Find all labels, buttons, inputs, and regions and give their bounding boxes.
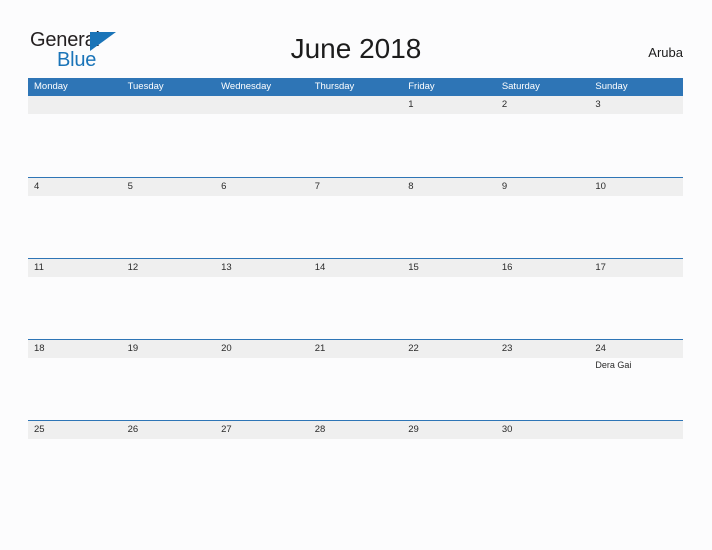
calendar-week-row: 4 5 6 7 8 9 10 bbox=[28, 177, 683, 258]
day-cell[interactable]: 28 bbox=[309, 421, 403, 501]
day-number: 19 bbox=[127, 343, 139, 354]
calendar-week-row: 18 19 20 21 22 23 24 Dera Gai bbox=[28, 339, 683, 420]
day-events: Dera Gai bbox=[595, 358, 683, 371]
day-number: 30 bbox=[501, 424, 513, 435]
day-number: 17 bbox=[595, 262, 606, 273]
calendar-week-row: 11 12 13 14 15 16 17 bbox=[28, 258, 683, 339]
day-cell[interactable]: 11 bbox=[28, 259, 122, 339]
day-number: 7 bbox=[314, 181, 320, 192]
day-number: 24 bbox=[595, 343, 606, 354]
day-cell[interactable]: 4 bbox=[28, 178, 122, 258]
day-number: 8 bbox=[408, 181, 414, 192]
week-cells: 4 5 6 7 8 9 10 bbox=[28, 178, 683, 258]
weekday-wednesday: Wednesday bbox=[221, 81, 272, 92]
day-number: 12 bbox=[127, 262, 139, 273]
day-cell-empty bbox=[215, 96, 309, 176]
day-cell[interactable]: 30 bbox=[496, 421, 590, 501]
day-cell[interactable]: 19 bbox=[122, 340, 216, 420]
page-title: June 2018 bbox=[290, 33, 422, 64]
day-cell[interactable]: 1 bbox=[402, 96, 496, 176]
day-cell[interactable]: 12 bbox=[122, 259, 216, 339]
day-number: 16 bbox=[501, 262, 513, 273]
day-cell[interactable]: 10 bbox=[589, 178, 683, 258]
weekday-friday: Friday bbox=[408, 81, 435, 92]
day-number: 3 bbox=[595, 99, 601, 110]
day-cell[interactable]: 24 Dera Gai bbox=[589, 340, 683, 420]
day-cell[interactable]: 5 bbox=[122, 178, 216, 258]
day-cell[interactable]: 26 bbox=[122, 421, 216, 501]
day-number: 2 bbox=[501, 99, 508, 110]
day-cell-empty bbox=[28, 96, 122, 176]
day-cell-empty bbox=[122, 96, 216, 176]
day-cell[interactable]: 23 bbox=[496, 340, 590, 420]
day-number: 14 bbox=[314, 262, 326, 273]
day-number: 23 bbox=[501, 343, 513, 354]
day-cell[interactable]: 9 bbox=[496, 178, 590, 258]
day-number: 28 bbox=[314, 424, 326, 435]
day-number: 18 bbox=[34, 343, 45, 354]
calendar-grid: Monday Tuesday Wednesday Thursday Friday… bbox=[28, 78, 683, 501]
day-cell[interactable]: 29 bbox=[402, 421, 496, 501]
week-cells: 25 26 27 28 29 30 bbox=[28, 421, 683, 501]
day-cell[interactable]: 8 bbox=[402, 178, 496, 258]
day-number: 5 bbox=[127, 181, 133, 192]
day-number: 20 bbox=[221, 343, 232, 354]
calendar-week-row: 1 2 3 bbox=[28, 96, 683, 177]
page-header: General Blue June 2018 Aruba bbox=[0, 0, 712, 78]
day-number: 22 bbox=[408, 343, 419, 354]
calendar-weeks: 1 2 3 4 5 6 7 8 9 10 11 12 13 14 15 16 17 18 19 20 21 22 23 24 D… bbox=[28, 96, 683, 501]
day-cell[interactable]: 27 bbox=[215, 421, 309, 501]
day-cell[interactable]: 16 bbox=[496, 259, 590, 339]
day-cell[interactable]: 18 bbox=[28, 340, 122, 420]
day-number: 9 bbox=[501, 181, 508, 192]
day-cell[interactable]: 21 bbox=[309, 340, 403, 420]
weekday-header-row: Monday Tuesday Wednesday Thursday Friday… bbox=[28, 78, 683, 96]
country-label: Aruba bbox=[648, 45, 683, 60]
weekday-saturday: Saturday bbox=[501, 81, 540, 92]
day-cell[interactable]: 20 bbox=[215, 340, 309, 420]
day-number: 15 bbox=[408, 262, 419, 273]
day-cell[interactable]: 25 bbox=[28, 421, 122, 501]
day-cell[interactable]: 6 bbox=[215, 178, 309, 258]
day-cell-empty bbox=[589, 421, 683, 501]
day-number: 26 bbox=[127, 424, 139, 435]
day-number: 11 bbox=[34, 262, 44, 273]
day-cell[interactable]: 2 bbox=[496, 96, 590, 176]
day-cell[interactable]: 3 bbox=[589, 96, 683, 176]
day-number: 29 bbox=[408, 424, 419, 435]
day-cell[interactable]: 15 bbox=[402, 259, 496, 339]
day-number: 1 bbox=[408, 99, 414, 110]
day-number: 21 bbox=[314, 343, 326, 354]
day-number: 25 bbox=[34, 424, 45, 435]
weekday-thursday: Thursday bbox=[314, 81, 355, 92]
day-cell[interactable]: 17 bbox=[589, 259, 683, 339]
day-number: 13 bbox=[221, 262, 232, 273]
day-cell-empty bbox=[309, 96, 403, 176]
calendar-week-row: 25 26 27 28 29 30 bbox=[28, 420, 683, 501]
weekday-tuesday: Tuesday bbox=[127, 81, 164, 92]
week-cells: 1 2 3 bbox=[28, 96, 683, 176]
day-number: 27 bbox=[221, 424, 232, 435]
holiday-event[interactable]: Dera Gai bbox=[595, 360, 683, 371]
week-cells: 18 19 20 21 22 23 24 Dera Gai bbox=[28, 340, 683, 420]
weekday-monday: Monday bbox=[34, 81, 68, 92]
week-cells: 11 12 13 14 15 16 17 bbox=[28, 259, 683, 339]
day-cell[interactable]: 14 bbox=[309, 259, 403, 339]
day-cell[interactable]: 13 bbox=[215, 259, 309, 339]
weekday-sunday: Sunday bbox=[595, 81, 628, 92]
day-cell[interactable]: 7 bbox=[309, 178, 403, 258]
day-number: 10 bbox=[595, 181, 606, 192]
day-cell[interactable]: 22 bbox=[402, 340, 496, 420]
day-number: 6 bbox=[221, 181, 227, 192]
day-number: 4 bbox=[34, 181, 40, 192]
